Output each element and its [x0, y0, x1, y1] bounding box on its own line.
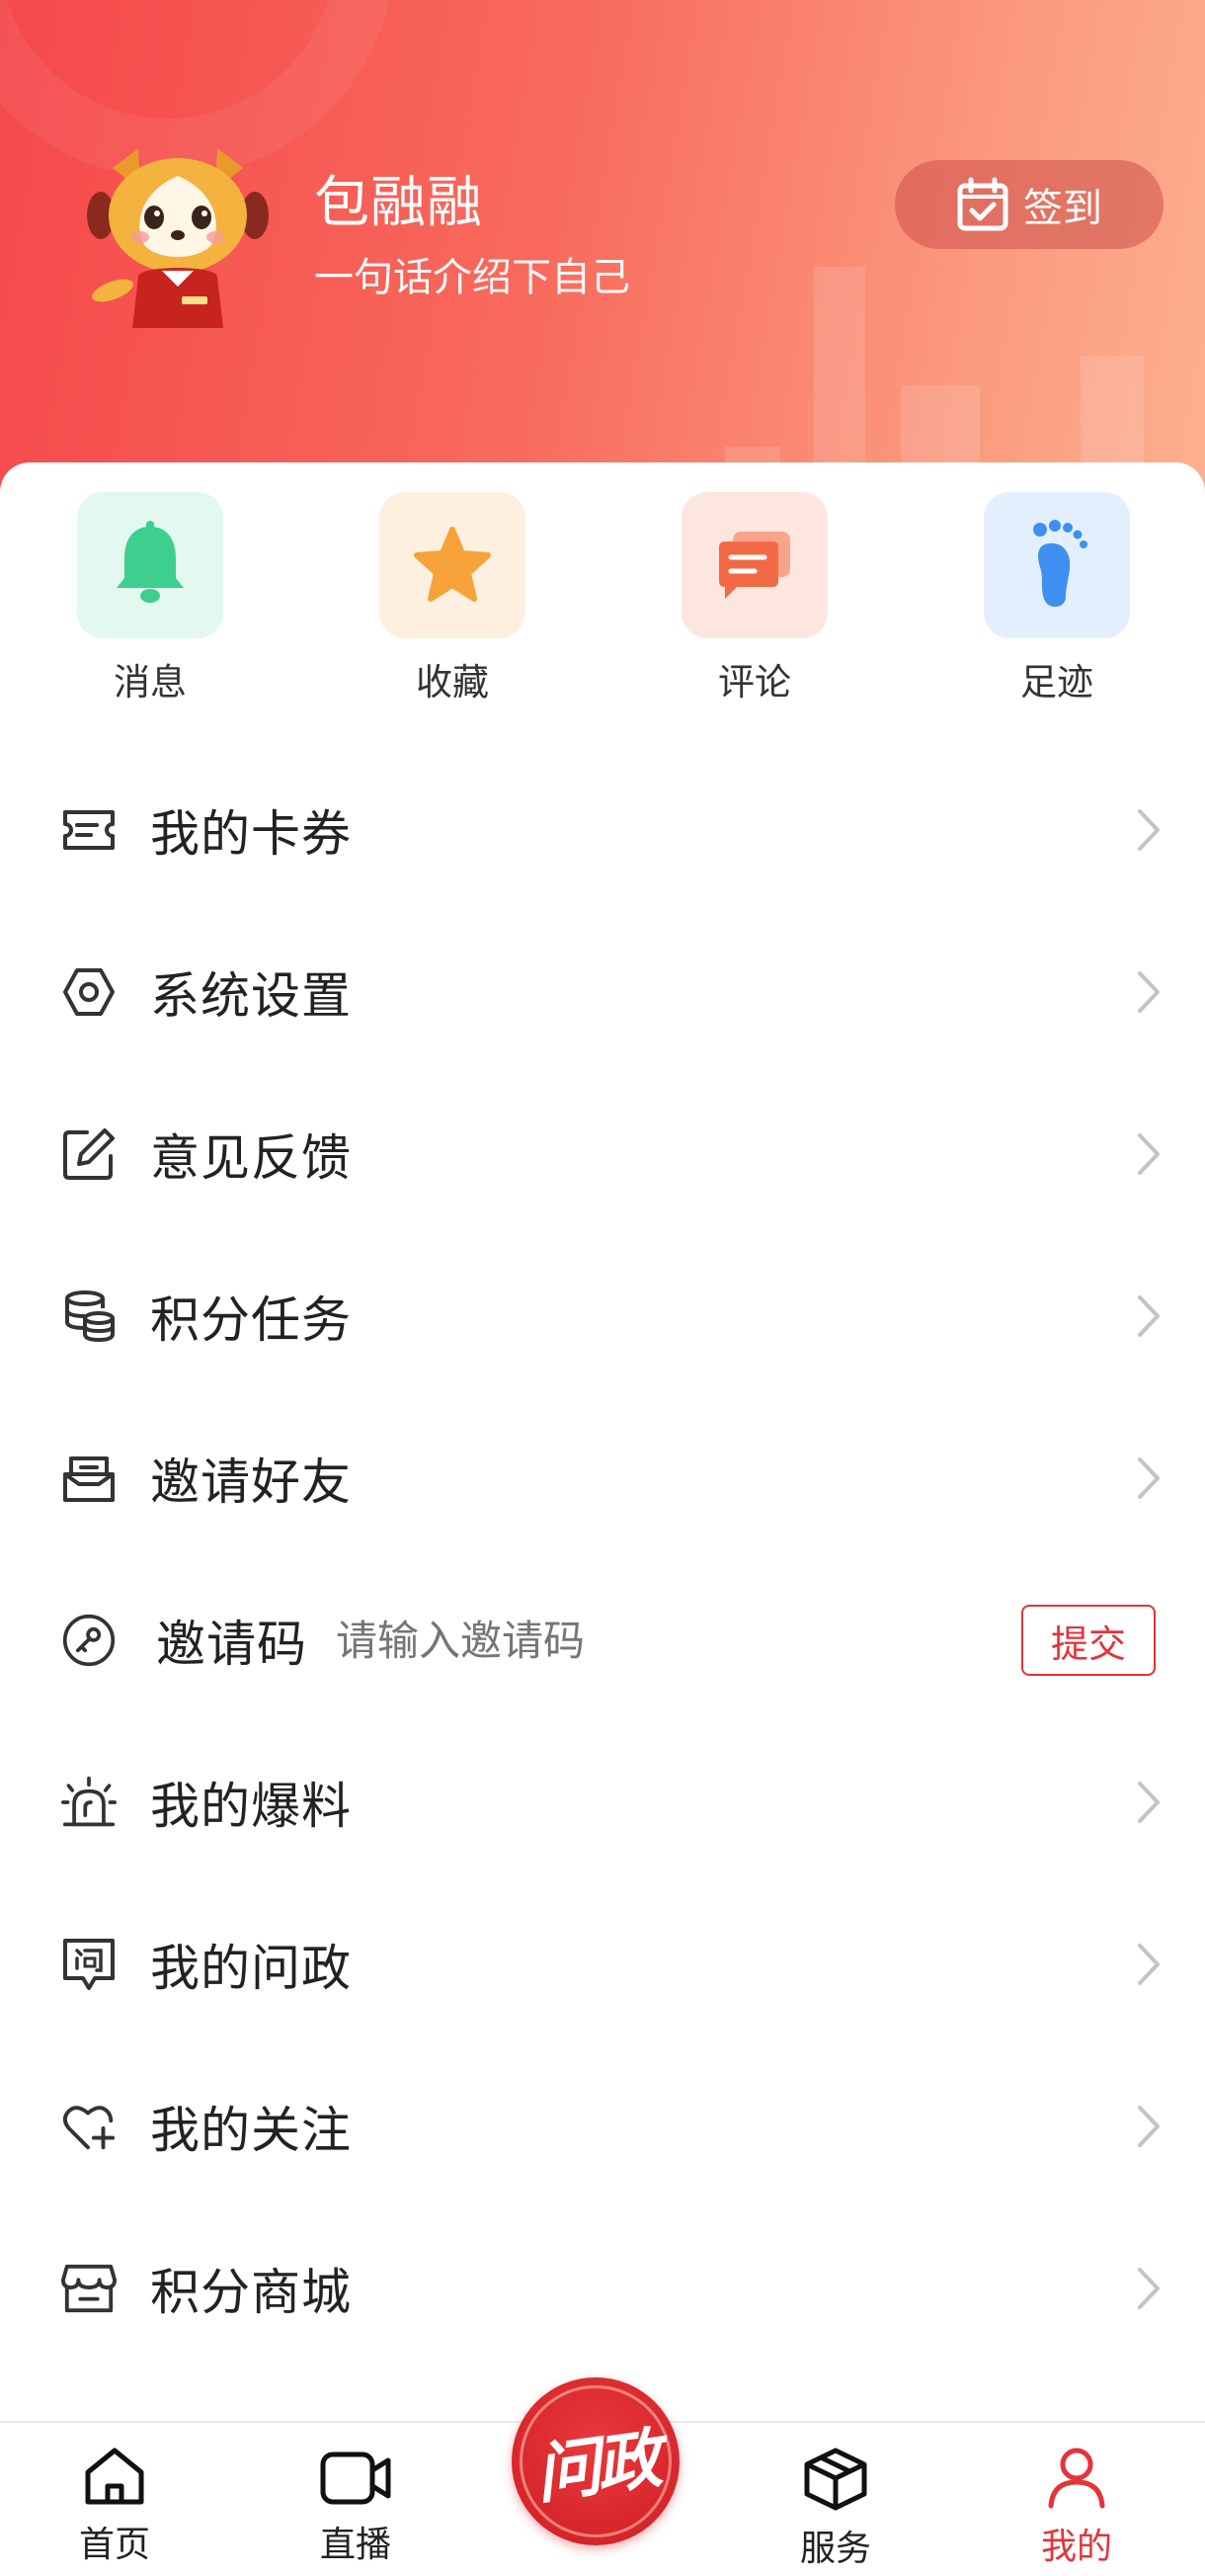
menu-item-feedback[interactable]: 意见反馈 [0, 1073, 1205, 1235]
chevron-right-icon [1138, 2106, 1160, 2147]
store-icon [61, 2261, 117, 2316]
profile-page: 包融融 一句话介绍下自己 签到 消息 收藏 评论 足迹 我的卡券 系统设置 意见… [0, 0, 1205, 2576]
tab-home[interactable]: 首页 [36, 2423, 194, 2576]
tab-label: 我的 [1040, 2527, 1112, 2567]
inquiry-icon [61, 1937, 117, 1992]
settings-icon [61, 964, 117, 1020]
menu-label: 我的卡券 [150, 805, 352, 863]
menu-label: 我的爆料 [150, 1778, 352, 1835]
quick-actions: 消息 收藏 评论 足迹 [0, 492, 1205, 709]
menu-label: 我的问政 [150, 1940, 352, 1997]
chevron-right-icon [1138, 1782, 1160, 1823]
footprint-icon [984, 492, 1130, 638]
menu-item-my-inquiries[interactable]: 我的问政 [0, 1883, 1205, 2045]
tab-services[interactable]: 服务 [757, 2423, 915, 2576]
chevron-right-icon [1138, 1133, 1160, 1175]
menu-item-points-tasks[interactable]: 积分任务 [0, 1235, 1205, 1397]
tab-me[interactable]: 我的 [998, 2423, 1156, 2576]
home-icon [85, 2448, 144, 2505]
chevron-right-icon [1138, 971, 1160, 1013]
submit-button[interactable]: 提交 [1021, 1605, 1156, 1676]
tab-label: 首页 [78, 2525, 150, 2565]
menu-item-my-reports[interactable]: 我的爆料 [0, 1721, 1205, 1883]
user-name[interactable]: 包融融 [314, 158, 483, 238]
quick-label: 收藏 [416, 661, 489, 704]
menu-label: 积分任务 [150, 1291, 352, 1349]
menu-item-my-follows[interactable]: 我的关注 [0, 2045, 1205, 2207]
chevron-right-icon [1138, 1944, 1160, 1985]
user-bio[interactable]: 一句话介绍下自己 [314, 245, 630, 302]
quick-label: 消息 [114, 661, 187, 704]
menu-item-settings[interactable]: 系统设置 [0, 911, 1205, 1073]
quick-comments[interactable]: 评论 [666, 492, 844, 706]
center-button-label: 问政 [529, 2419, 663, 2514]
heart-plus-icon [61, 2099, 117, 2154]
content-card: 消息 收藏 评论 足迹 我的卡券 系统设置 意见反馈 积分任务 邀请好友 邀请码… [0, 462, 1205, 2576]
quick-label: 评论 [718, 661, 791, 704]
key-icon [61, 1613, 117, 1668]
menu-label: 系统设置 [150, 967, 352, 1025]
chevron-right-icon [1138, 2268, 1160, 2309]
tab-live[interactable]: 直播 [277, 2423, 435, 2576]
checkin-button[interactable]: 签到 [895, 160, 1164, 249]
feedback-icon [61, 1126, 117, 1182]
menu-list: 我的卡券 系统设置 意见反馈 积分任务 邀请好友 邀请码 请输入邀请码 提交 我… [0, 749, 1205, 2369]
chevron-right-icon [1138, 1295, 1160, 1337]
tab-label: 直播 [319, 2525, 391, 2565]
coupon-icon [61, 802, 117, 858]
chevron-right-icon [1138, 809, 1160, 851]
avatar[interactable] [79, 138, 277, 336]
chevron-right-icon [1138, 1457, 1160, 1499]
alarm-icon [61, 1775, 117, 1830]
bell-icon [77, 492, 223, 638]
user-icon [1048, 2448, 1105, 2509]
quick-favorites[interactable]: 收藏 [363, 492, 541, 706]
menu-label: 积分商城 [150, 2264, 352, 2321]
video-icon [320, 2451, 391, 2505]
cube-icon [804, 2448, 867, 2511]
menu-label: 意见反馈 [150, 1129, 352, 1187]
calendar-check-icon [957, 177, 1008, 231]
checkin-label: 签到 [1023, 186, 1102, 231]
star-icon [379, 492, 525, 638]
tab-label: 服务 [799, 2529, 871, 2569]
invite-icon [61, 1451, 117, 1506]
inquiry-center-button[interactable]: 问政 [512, 2377, 680, 2545]
quick-messages[interactable]: 消息 [61, 492, 239, 706]
menu-item-invite-friends[interactable]: 邀请好友 [0, 1397, 1205, 1559]
menu-item-points-mall[interactable]: 积分商城 [0, 2207, 1205, 2369]
menu-label: 邀请好友 [150, 1454, 352, 1511]
quick-label: 足迹 [1020, 661, 1093, 704]
menu-item-invite-code: 邀请码 提交 [0, 1559, 1205, 1721]
quick-footprints[interactable]: 足迹 [968, 492, 1146, 706]
menu-label: 邀请码 [156, 1616, 307, 1673]
profile-header: 包融融 一句话介绍下自己 签到 [0, 0, 1205, 514]
menu-item-coupons[interactable]: 我的卡券 [0, 749, 1205, 911]
coins-icon [61, 1288, 117, 1344]
menu-label: 我的关注 [150, 2102, 352, 2159]
invite-code-input[interactable] [336, 1616, 849, 1665]
comment-icon [682, 492, 828, 638]
